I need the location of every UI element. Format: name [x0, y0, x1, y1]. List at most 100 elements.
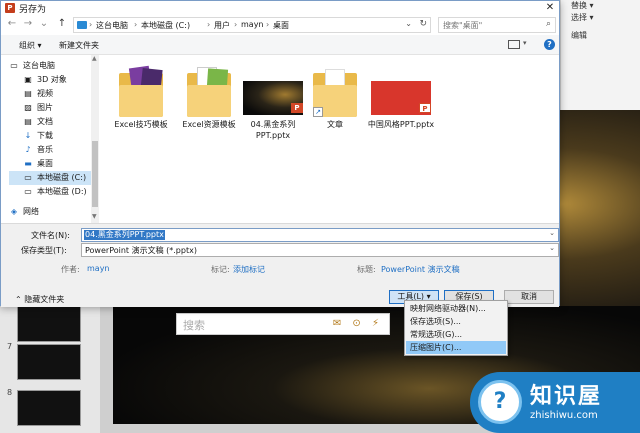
watermark-url: zhishiwu.com	[530, 410, 598, 421]
slide-search-icons: ✉ ⊙ ⚡	[332, 318, 383, 329]
sidebar-item-label: 本地磁盘 (C:)	[37, 173, 87, 182]
slide-thumbnail[interactable]	[17, 344, 81, 380]
computer-icon: ▭	[10, 61, 18, 70]
cube-icon: ▣	[24, 75, 32, 84]
shortcut-arrow-icon: ↗	[313, 107, 323, 117]
download-icon: ↓	[24, 131, 32, 140]
breadcrumb-separator: ›	[266, 20, 270, 29]
sidebar-item-local-disk-c[interactable]: ▭ 本地磁盘 (C:)	[9, 171, 91, 185]
search-icon: ⌕	[545, 19, 551, 29]
pptx-thumbnail-icon: P	[371, 67, 431, 117]
sidebar-scrollbar-thumb[interactable]	[92, 141, 98, 207]
sidebar-item-this-pc[interactable]: ▭ 这台电脑	[9, 59, 97, 73]
powerpoint-icon: P	[5, 3, 15, 13]
computer-icon	[77, 21, 87, 29]
watermark-banner: ? 知识屋 zhishiwu.com	[470, 372, 640, 433]
view-options-icon[interactable]	[508, 40, 520, 49]
file-name: Excel技巧模板	[114, 120, 168, 129]
author-value[interactable]: mayn	[87, 264, 110, 273]
file-list: Excel技巧模板 Excel资源模板 P 04.黑金系列PPT.pptx ↗ …	[101, 55, 559, 223]
breadcrumb-separator: ›	[134, 20, 138, 29]
video-icon: ▤	[24, 89, 32, 98]
back-button[interactable]: ←	[5, 17, 19, 31]
sidebar-item-network[interactable]: ◈ 网络	[9, 205, 97, 219]
ribbon-group-edit: 编辑	[571, 31, 587, 40]
title-label: 标题:	[357, 265, 376, 274]
filename-value: 04.黑金系列PPT.pptx	[84, 230, 165, 240]
author-label: 作者:	[61, 265, 80, 274]
network-icon: ◈	[10, 207, 18, 216]
refresh-icon[interactable]: ↻	[419, 19, 427, 29]
breadcrumb-separator: ›	[234, 20, 238, 29]
folder-icon	[187, 67, 231, 117]
drive-icon: ▭	[24, 187, 32, 196]
scroll-up-icon[interactable]: ▲	[92, 55, 97, 62]
menu-item-map-network-drive[interactable]: 映射网络驱动器(N)...	[406, 302, 506, 315]
chevron-down-icon[interactable]: ⌄	[549, 229, 555, 237]
filetype-select[interactable]: PowerPoint 演示文稿 (*.pptx) ⌄	[81, 243, 559, 257]
sidebar-item-label: 桌面	[37, 159, 53, 168]
pptx-thumbnail-icon: P	[243, 67, 303, 117]
sidebar-item-label: 网络	[23, 207, 39, 216]
recent-locations-button[interactable]: ⌄	[37, 17, 51, 31]
menu-item-save-options[interactable]: 保存选项(S)...	[406, 315, 506, 328]
slide-thumbnail[interactable]	[17, 306, 81, 342]
music-icon: ♪	[25, 145, 31, 154]
slide-search-placeholder: 搜索	[183, 319, 205, 332]
tools-menu: 映射网络驱动器(N)... 保存选项(S)... 常规选项(G)... 压缩图片…	[404, 300, 508, 356]
document-icon: ▤	[24, 117, 32, 126]
organize-button[interactable]: 组织 ▾	[19, 40, 42, 51]
cancel-button[interactable]: 取消	[504, 290, 554, 304]
up-button[interactable]: ↑	[55, 17, 69, 31]
scroll-down-icon[interactable]: ▼	[92, 213, 97, 220]
file-name: 中国风格PPT.pptx	[367, 120, 435, 129]
ribbon-replace[interactable]: 替换 ▾	[571, 0, 594, 11]
file-item-folder[interactable]: Excel技巧模板	[105, 63, 177, 143]
slide-number: 7	[7, 342, 13, 351]
menu-item-compress-pictures[interactable]: 压缩图片(C)...	[406, 341, 506, 354]
dialog-title: 另存为	[19, 5, 47, 15]
menu-item-general-options[interactable]: 常规选项(G)...	[406, 328, 506, 341]
ribbon-select[interactable]: 选择 ▾	[571, 12, 594, 23]
watermark-logo-icon: ?	[478, 380, 522, 424]
slide-thumbnail[interactable]	[17, 390, 81, 426]
close-button[interactable]: ✕	[541, 1, 559, 15]
file-name: 文章	[327, 120, 343, 129]
folder-icon	[119, 65, 163, 117]
sidebar-item-label: 本地磁盘 (D:)	[37, 187, 87, 196]
filename-input[interactable]: 04.黑金系列PPT.pptx ⌄	[81, 228, 559, 242]
breadcrumb-separator: ›	[207, 20, 211, 29]
breadcrumb[interactable]: 本地磁盘 (C:)	[141, 20, 190, 31]
breadcrumb[interactable]: 这台电脑	[96, 20, 128, 31]
new-folder-button[interactable]: 新建文件夹	[59, 40, 99, 51]
navigation-pane: ▭ 这台电脑 ▣ 3D 对象 ▤ 视频 ▨ 图片 ▤ 文档 ↓ 下载 ♪ 音乐 ▬ 桌面 ▭ 本地…	[1, 55, 101, 223]
search-box[interactable]: 搜索"桌面" ⌕	[438, 17, 556, 33]
address-dropdown-icon[interactable]: ⌄	[405, 19, 412, 28]
watermark-title: 知识屋	[530, 384, 603, 409]
sidebar-item-label: 3D 对象	[37, 75, 67, 84]
breadcrumb[interactable]: 用户	[214, 20, 230, 31]
file-item-folder[interactable]: Excel资源模板	[173, 63, 245, 143]
file-name: Excel资源模板	[182, 120, 236, 129]
search-placeholder: 搜索"桌面"	[443, 21, 483, 30]
title-value[interactable]: PowerPoint 演示文稿	[381, 264, 460, 275]
sidebar-item-label: 音乐	[37, 145, 53, 154]
sidebar-item-label: 图片	[37, 103, 53, 112]
help-icon[interactable]: ?	[544, 39, 555, 50]
sidebar-item-label: 下载	[37, 131, 53, 140]
forward-button[interactable]: →	[21, 17, 35, 31]
filename-label: 文件名(N):	[31, 231, 70, 240]
chevron-down-icon[interactable]: ▾	[523, 39, 527, 47]
chevron-down-icon[interactable]: ⌄	[549, 244, 555, 252]
navigation-bar: ← → ⌄ ↑ › 这台电脑 › 本地磁盘 (C:) › 用户 › mayn ›…	[1, 15, 559, 35]
tags-value[interactable]: 添加标记	[233, 264, 265, 275]
breadcrumb[interactable]: mayn	[241, 20, 264, 29]
hide-folders-toggle[interactable]: ⌃ 隐藏文件夹	[15, 294, 64, 305]
file-item-pptx[interactable]: P 中国风格PPT.pptx	[365, 63, 437, 143]
breadcrumb[interactable]: 桌面	[273, 20, 289, 31]
address-bar[interactable]: › 这台电脑 › 本地磁盘 (C:) › 用户 › mayn › 桌面 ⌄ ↻	[73, 17, 431, 33]
slide-search-bar[interactable]: 搜索 ✉ ⊙ ⚡	[176, 313, 390, 335]
desktop-icon: ▬	[24, 159, 32, 168]
file-item-folder-shortcut[interactable]: ↗ 文章	[299, 63, 371, 143]
breadcrumb-separator: ›	[89, 20, 93, 29]
